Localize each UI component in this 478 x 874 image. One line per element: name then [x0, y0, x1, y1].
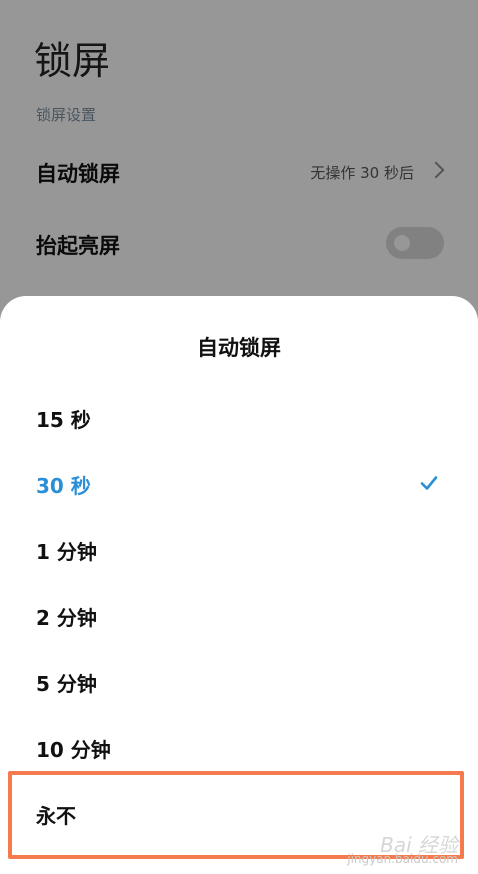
watermark: Bai 经验 jingyan.baidu.com: [347, 833, 458, 866]
option-label: 10 分钟: [36, 738, 111, 762]
option-label: 5 分钟: [36, 672, 97, 696]
option-label: 1 分钟: [36, 540, 97, 564]
check-icon: [420, 476, 438, 490]
watermark-url: jingyan.baidu.com: [347, 852, 458, 866]
option-label: 15 秒: [36, 408, 91, 432]
option-30s[interactable]: 30 秒: [0, 454, 478, 514]
option-label: 2 分钟: [36, 606, 97, 630]
option-5min[interactable]: 5 分钟: [0, 652, 478, 712]
option-1min[interactable]: 1 分钟: [0, 520, 478, 580]
option-15s[interactable]: 15 秒: [0, 388, 478, 448]
option-2min[interactable]: 2 分钟: [0, 586, 478, 646]
watermark-brand: Bai 经验: [380, 833, 458, 857]
option-label: 30 秒: [36, 474, 91, 498]
sheet-title: 自动锁屏: [197, 336, 281, 360]
option-10min[interactable]: 10 分钟: [0, 718, 478, 778]
